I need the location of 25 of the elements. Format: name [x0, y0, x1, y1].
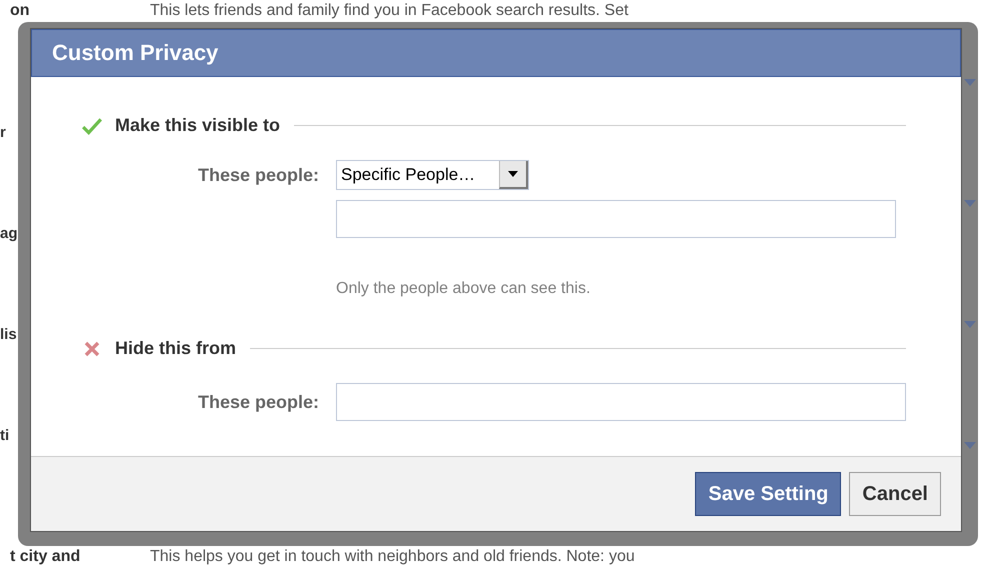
field-label: These people:	[196, 392, 319, 412]
field-label: r	[0, 124, 7, 141]
caret-icon	[508, 171, 518, 177]
dropdown-arrow-icon	[964, 321, 976, 328]
people-input-field[interactable]	[336, 383, 906, 421]
dialog-title: Custom Privacy	[52, 40, 218, 66]
field-label: ag	[0, 225, 19, 242]
checkmark-icon	[81, 116, 103, 134]
dropdown-arrow-icon	[964, 442, 976, 449]
description-text: This helps you get in touch with neighbors and old friends. Note: you	[150, 548, 635, 566]
dropdown-arrow-icon	[964, 200, 976, 207]
section-heading: Make this visible to	[115, 115, 280, 136]
field-label: t city and	[9, 548, 82, 566]
audience-dropdown[interactable]: Specific People…	[336, 160, 529, 190]
field-label: ti	[0, 427, 10, 444]
field-label: lis	[0, 326, 18, 343]
field-label: These people:	[196, 164, 319, 186]
field-label: on	[9, 2, 31, 20]
save-button[interactable]: Save Setting	[695, 472, 842, 516]
cancel-button[interactable]: Cancel	[849, 472, 941, 516]
section-heading: Hide this from	[115, 338, 236, 359]
description-text: This lets friends and family find you in Facebook search results. Set	[150, 2, 628, 20]
hint-text: Only the people above can see this.	[336, 280, 592, 298]
people-input-field[interactable]	[336, 200, 896, 238]
dropdown-arrow-icon	[964, 79, 976, 86]
